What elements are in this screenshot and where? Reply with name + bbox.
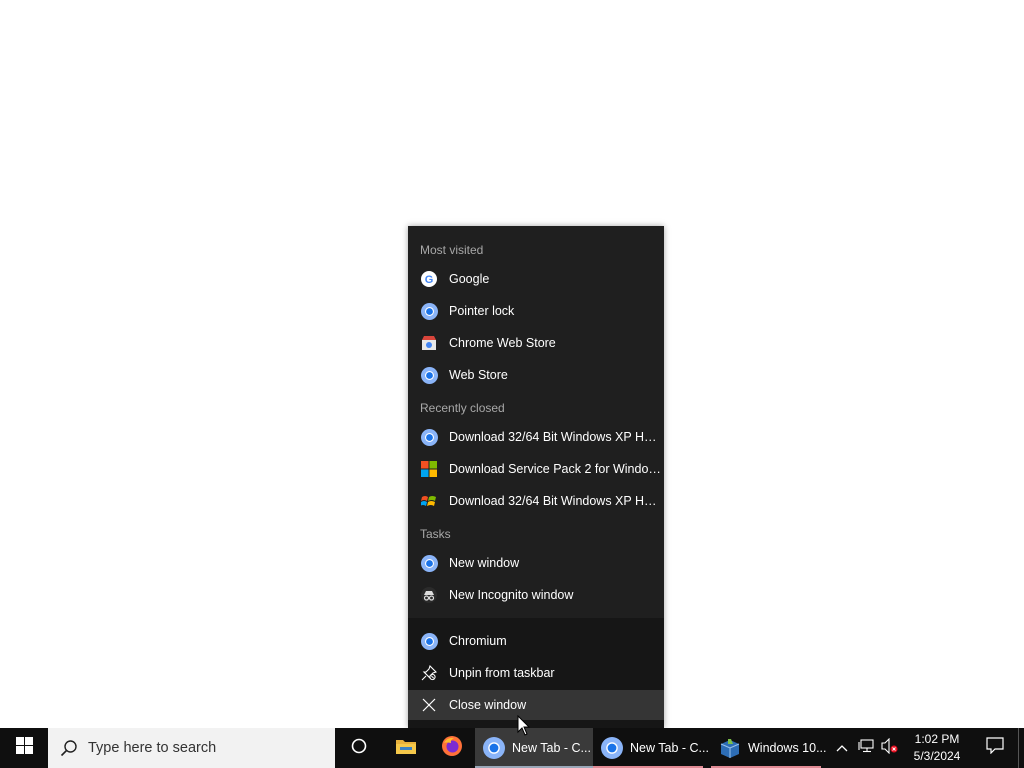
action-center-button[interactable]: [972, 728, 1018, 768]
chromium-icon: [420, 302, 438, 320]
windows-xp-icon: [420, 492, 438, 510]
most-visited-web-store[interactable]: Web Store: [408, 360, 664, 390]
web-store-icon: [420, 334, 438, 352]
chromium-icon: [601, 737, 623, 759]
notification-icon: [986, 737, 1004, 759]
virtualbox-icon: [719, 737, 741, 759]
item-label: New window: [449, 556, 520, 570]
search-placeholder: Type here to search: [88, 740, 217, 756]
item-label: Download Service Pack 2 for Windows...: [449, 462, 661, 476]
start-button[interactable]: [0, 728, 48, 768]
jump-list-footer: Chromium Unpin from taskbar Close window: [408, 618, 664, 728]
network-icon: [858, 738, 874, 758]
app-tab-label: New Tab - C...: [630, 741, 709, 755]
incognito-icon: [420, 586, 438, 604]
taskbar-search-box[interactable]: Type here to search: [48, 728, 335, 768]
item-label: Web Store: [449, 368, 508, 382]
system-tray: 1:02 PM 5/3/2024: [830, 728, 1024, 768]
show-desktop-button[interactable]: [1018, 728, 1024, 768]
folder-icon: [395, 737, 417, 760]
footer-open-chromium[interactable]: Chromium: [408, 626, 664, 656]
footer-close-window[interactable]: Close window: [408, 690, 664, 720]
search-icon: [60, 739, 78, 757]
chromium-icon: [483, 737, 505, 759]
app-tab-label: New Tab - C...: [512, 741, 591, 755]
unpin-icon: [420, 664, 438, 682]
cortana-circle-icon: [351, 738, 367, 759]
volume-button[interactable]: [878, 728, 902, 768]
mouse-cursor-icon: [517, 714, 531, 737]
chromium-icon: [420, 632, 438, 650]
most-visited-chrome-web-store[interactable]: Chrome Web Store: [408, 328, 664, 358]
windows-logo-icon: [15, 737, 33, 759]
close-icon: [420, 696, 438, 714]
item-label: New Incognito window: [449, 588, 574, 602]
chromium-icon: [420, 554, 438, 572]
taskbar: Type here to search New Tab - C... New T…: [0, 728, 1024, 768]
section-header-tasks: Tasks: [420, 527, 451, 541]
taskbar-app-chromium-2[interactable]: New Tab - C...: [593, 728, 711, 768]
item-label: Chrome Web Store: [449, 336, 556, 350]
recently-closed-item-1[interactable]: Download 32/64 Bit Windows XP Hom...: [408, 422, 664, 452]
section-header-most-visited: Most visited: [420, 243, 484, 257]
most-visited-google[interactable]: G Google: [408, 264, 664, 294]
task-view-button[interactable]: [335, 728, 383, 768]
file-explorer-button[interactable]: [383, 728, 429, 768]
taskbar-app-chromium-1[interactable]: New Tab - C...: [475, 728, 593, 768]
show-hidden-icons-button[interactable]: [830, 728, 854, 768]
chevron-up-icon: [836, 739, 848, 757]
most-visited-pointer-lock[interactable]: Pointer lock: [408, 296, 664, 326]
footer-unpin-from-taskbar[interactable]: Unpin from taskbar: [408, 658, 664, 688]
chromium-icon: [420, 428, 438, 446]
google-icon: G: [420, 270, 438, 288]
svg-text:G: G: [425, 274, 434, 286]
item-label: Unpin from taskbar: [449, 666, 555, 680]
firefox-button[interactable]: [429, 728, 475, 768]
task-new-window[interactable]: New window: [408, 548, 664, 578]
clock-date: 5/3/2024: [913, 749, 961, 763]
task-new-incognito-window[interactable]: New Incognito window: [408, 580, 664, 610]
item-label: Pointer lock: [449, 304, 515, 318]
firefox-icon: [441, 735, 463, 762]
network-button[interactable]: [854, 728, 878, 768]
taskbar-app-virtualbox[interactable]: Windows 10...: [711, 728, 829, 768]
clock[interactable]: 1:02 PM 5/3/2024: [902, 731, 972, 765]
item-label: Download 32/64 Bit Windows XP Hom...: [449, 430, 661, 444]
item-label: Google: [449, 272, 490, 286]
chromium-icon: [420, 366, 438, 384]
clock-time: 1:02 PM: [914, 732, 960, 746]
app-tab-label: Windows 10...: [748, 741, 827, 755]
jump-list-menu: Most visited G Google Pointer lock Chrom…: [408, 226, 664, 728]
section-header-recently-closed: Recently closed: [420, 401, 505, 415]
item-label: Download 32/64 Bit Windows XP Hom...: [449, 494, 661, 508]
volume-muted-icon: [881, 737, 899, 759]
recently-closed-item-3[interactable]: Download 32/64 Bit Windows XP Hom...: [408, 486, 664, 516]
item-label: Close window: [449, 698, 527, 712]
microsoft-icon: [420, 460, 438, 478]
item-label: Chromium: [449, 634, 507, 648]
recently-closed-item-2[interactable]: Download Service Pack 2 for Windows...: [408, 454, 664, 484]
